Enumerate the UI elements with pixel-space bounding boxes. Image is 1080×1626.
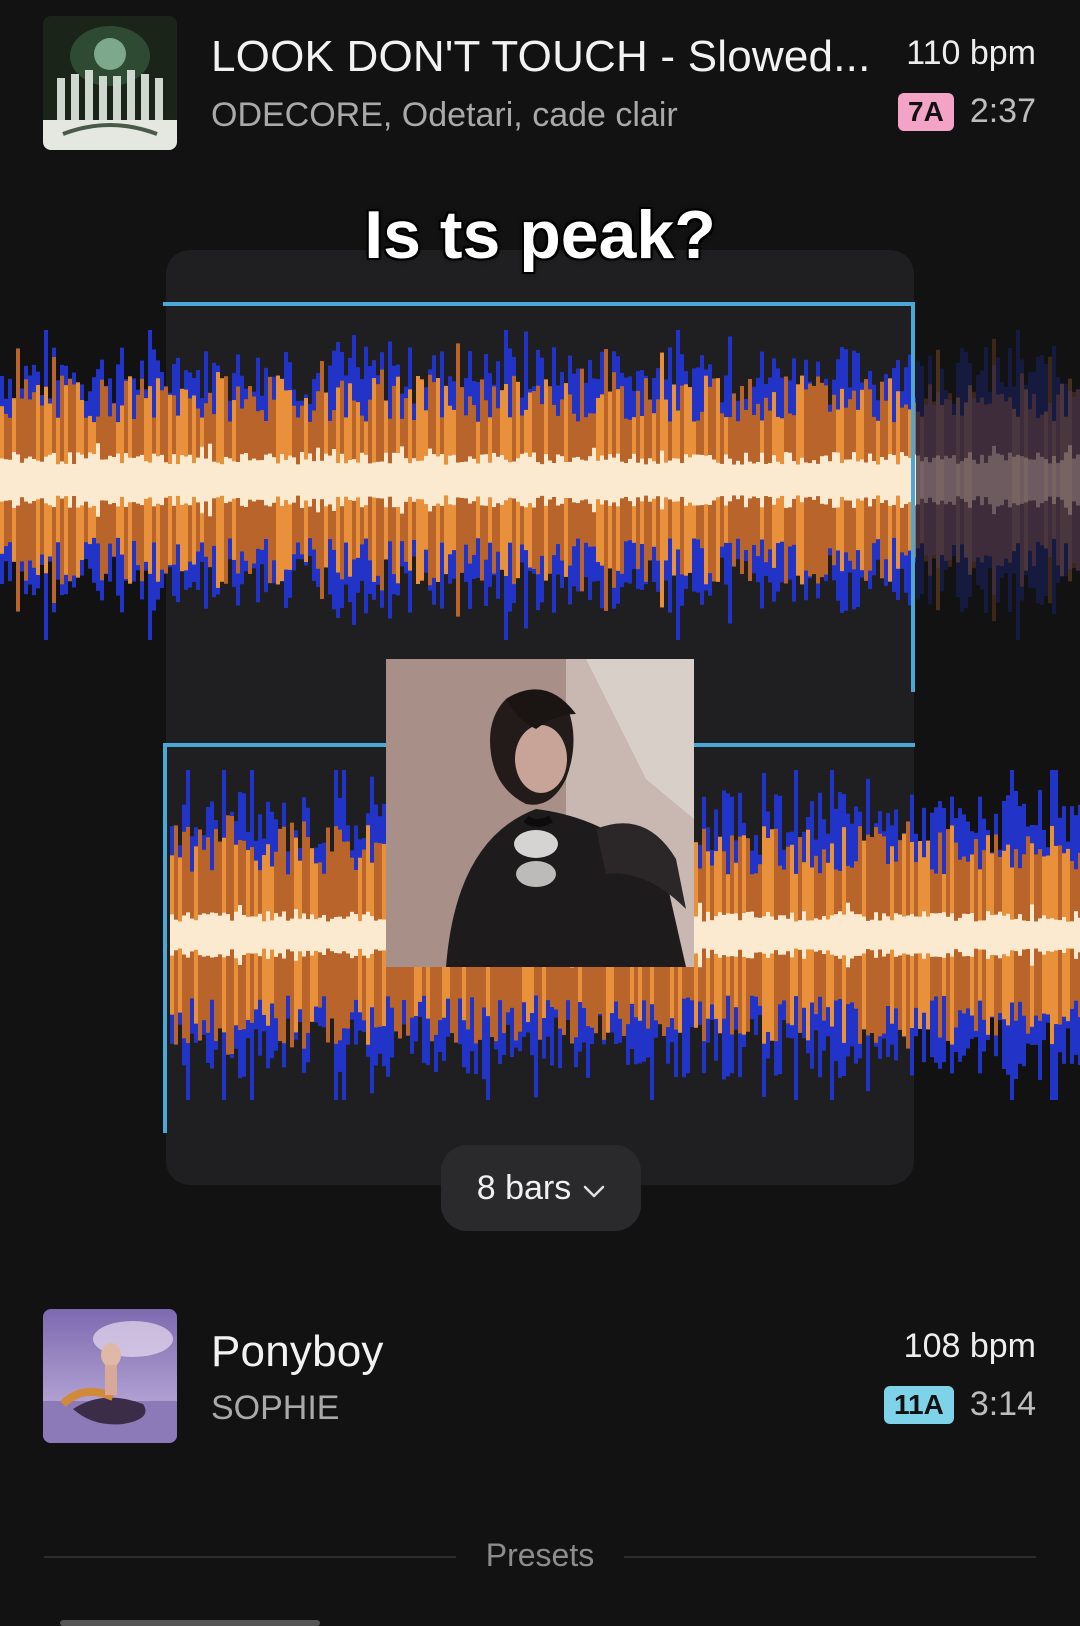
track-meta: 11A 3:14 — [883, 1385, 1036, 1424]
track-bpm: 110 bpm — [906, 34, 1036, 72]
key-badge: 11A — [883, 1385, 954, 1424]
track-meta: 7A 2:37 — [898, 92, 1036, 131]
track-artist: ODECORE, Odetari, cade clair — [211, 96, 678, 134]
track-row-next[interactable]: Ponyboy SOPHIE 108 bpm 11A 3:14 — [0, 1305, 1080, 1445]
album-art-current — [43, 16, 177, 150]
track-duration: 2:37 — [969, 92, 1036, 130]
key-badge: 7A — [898, 92, 954, 131]
track-title: Ponyboy — [211, 1327, 384, 1376]
bars-label: 8 bars — [476, 1168, 572, 1207]
home-indicator — [60, 1620, 320, 1626]
presets-section[interactable]: Presets — [44, 1535, 1036, 1575]
overlay-photo — [386, 659, 694, 967]
track-artist: SOPHIE — [211, 1389, 340, 1427]
presets-label: Presets — [485, 1537, 595, 1573]
track-bpm: 108 bpm — [903, 1327, 1036, 1365]
track-title: LOOK DON'T TOUCH - Slowed... — [211, 32, 871, 81]
track-row-current[interactable]: LOOK DON'T TOUCH - Slowed... ODECORE, Od… — [0, 12, 1080, 152]
album-art-next — [43, 1309, 177, 1443]
loop-region-current[interactable] — [163, 302, 915, 692]
chevron-down-icon — [583, 1169, 605, 1208]
bars-length-dropdown[interactable]: 8 bars — [441, 1145, 641, 1231]
track-duration: 3:14 — [969, 1385, 1036, 1423]
video-caption: Is ts peak? — [364, 197, 716, 273]
